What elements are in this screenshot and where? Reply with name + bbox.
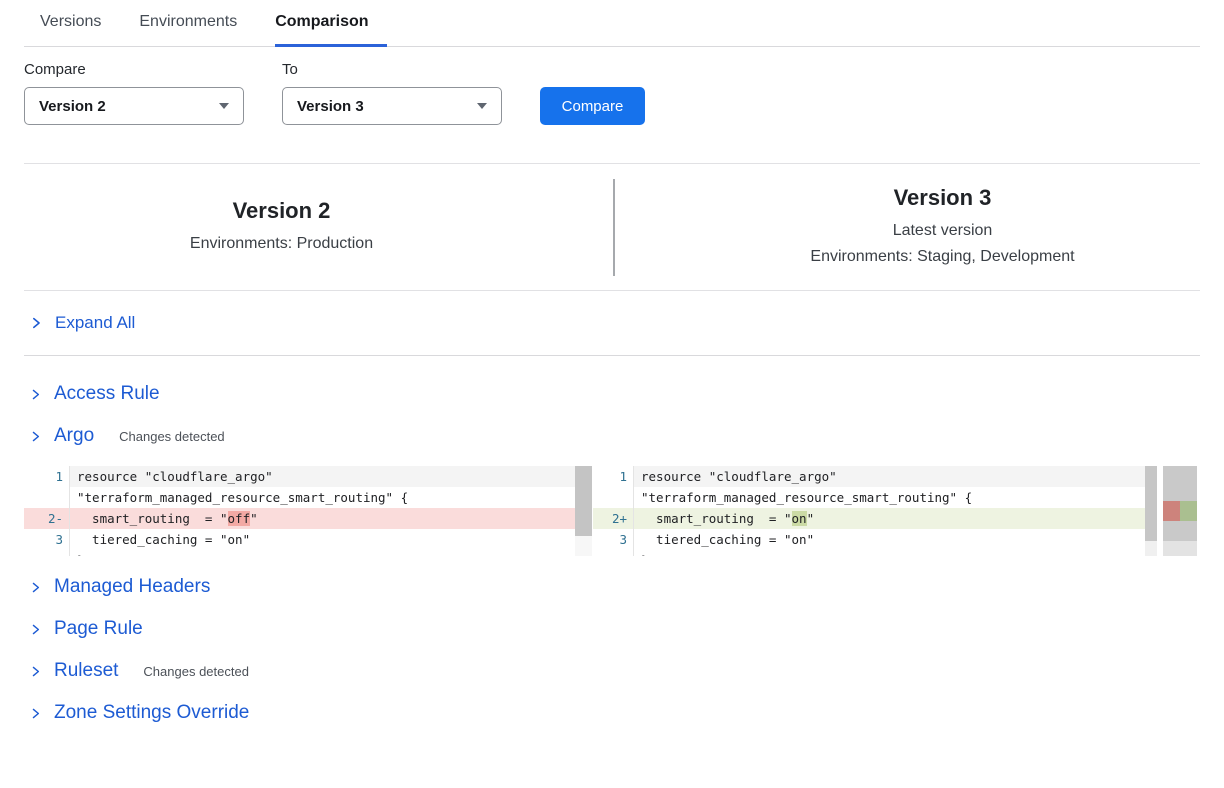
line-number: 1: [24, 466, 69, 487]
line-number: [593, 487, 633, 508]
tab-versions[interactable]: Versions: [40, 13, 101, 47]
section-argo[interactable]: Argo Changes detected: [24, 424, 1200, 448]
diff-overview-ruler[interactable]: [1163, 466, 1197, 556]
chevron-right-icon: [29, 707, 42, 720]
chevron-right-icon: [29, 665, 42, 678]
tab-environments[interactable]: Environments: [139, 13, 237, 47]
section-label: Argo: [54, 425, 94, 447]
old-version-title: Version 2: [24, 198, 539, 224]
line-number: 3: [24, 529, 69, 550]
code-segment: ": [807, 511, 815, 526]
code-text: }: [69, 550, 575, 556]
code-text: smart_routing = "off": [69, 508, 575, 529]
changes-badge: Changes detected: [143, 664, 249, 679]
chevron-right-icon: [29, 388, 42, 401]
removed-mark: [1163, 501, 1180, 521]
scrollbar-thumb[interactable]: [575, 466, 592, 536]
new-version-environments: Environments: Staging, Development: [685, 244, 1200, 270]
diff-line: 1 resource "cloudflare_argo": [24, 466, 575, 487]
expand-all-button[interactable]: Expand All: [24, 291, 1200, 356]
line-number: [593, 550, 633, 556]
diff-line-wrap: "terraform_managed_resource_smart_routin…: [593, 487, 1145, 508]
compare-to-field: To Version 3: [282, 61, 502, 125]
code-text: smart_routing = "on": [633, 508, 1145, 529]
expand-all-label: Expand All: [55, 313, 135, 333]
section-access-rule[interactable]: Access Rule: [24, 382, 1200, 406]
section-label: Zone Settings Override: [54, 702, 249, 724]
tab-comparison[interactable]: Comparison: [275, 13, 386, 47]
scrollbar-thumb[interactable]: [1145, 466, 1157, 541]
section-label: Managed Headers: [54, 576, 210, 598]
chevron-right-icon: [29, 430, 42, 443]
diff-line-added: 2+ smart_routing = "on": [593, 508, 1145, 529]
line-number: 3: [593, 529, 633, 550]
line-number: [24, 487, 69, 508]
new-version-title: Version 3: [685, 185, 1200, 211]
old-version-environments: Environments: Production: [24, 231, 539, 257]
code-text: }: [633, 550, 1145, 556]
code-segment: ": [250, 511, 258, 526]
changes-badge: Changes detected: [119, 429, 225, 444]
old-pane-scrollbar[interactable]: [575, 466, 592, 556]
diff-line-removed: 2- smart_routing = "off": [24, 508, 575, 529]
new-pane-scrollbar[interactable]: [1145, 466, 1157, 556]
compare-to-select[interactable]: Version 3: [282, 87, 502, 125]
section-list: Access Rule Argo Changes detected 1 reso…: [24, 382, 1200, 725]
diff-line-clipped: }: [593, 550, 1145, 556]
line-number: 2+: [593, 508, 633, 529]
diff-line: 3 tiered_caching = "on": [593, 529, 1145, 550]
diff-line-wrap: "terraform_managed_resource_smart_routin…: [24, 487, 575, 508]
compare-from-field: Compare Version 2: [24, 61, 244, 125]
code-text: tiered_caching = "on": [633, 529, 1145, 550]
added-mark: [1180, 501, 1197, 521]
diff-line: 1 resource "cloudflare_argo": [593, 466, 1145, 487]
line-number: [24, 550, 69, 556]
new-version-header: Version 3 Latest version Environments: S…: [615, 185, 1200, 269]
code-segment: smart_routing = ": [641, 511, 792, 526]
diff-line-clipped: }: [24, 550, 575, 556]
code-text: tiered_caching = "on": [69, 529, 575, 550]
section-label: Access Rule: [54, 383, 160, 405]
diff-new-pane: 1 resource "cloudflare_argo" "terraform_…: [593, 466, 1145, 556]
caret-down-icon: [219, 103, 229, 109]
to-label: To: [282, 61, 502, 78]
compare-from-value: Version 2: [39, 98, 106, 115]
diff-line: 3 tiered_caching = "on": [24, 529, 575, 550]
code-text: resource "cloudflare_argo": [69, 466, 575, 487]
caret-down-icon: [477, 103, 487, 109]
code-segment: smart_routing = ": [77, 511, 228, 526]
comparison-header: Version 2 Environments: Production Versi…: [24, 163, 1200, 291]
compare-button[interactable]: Compare: [540, 87, 645, 125]
chevron-right-icon: [29, 316, 43, 330]
compare-to-value: Version 3: [297, 98, 364, 115]
code-text: "terraform_managed_resource_smart_routin…: [633, 487, 1145, 508]
compare-controls: Compare Version 2 To Version 3 Compare: [24, 61, 1200, 125]
section-ruleset[interactable]: Ruleset Changes detected: [24, 659, 1200, 683]
argo-diff-viewer: 1 resource "cloudflare_argo" "terraform_…: [24, 466, 1200, 556]
old-version-header: Version 2 Environments: Production: [24, 198, 613, 257]
section-zone-settings-override[interactable]: Zone Settings Override: [24, 701, 1200, 725]
section-page-rule[interactable]: Page Rule: [24, 617, 1200, 641]
code-text: "terraform_managed_resource_smart_routin…: [69, 487, 575, 508]
line-number: 2-: [24, 508, 69, 529]
line-number: 1: [593, 466, 633, 487]
new-version-latest-label: Latest version: [685, 218, 1200, 244]
tabbar: Versions Environments Comparison: [24, 0, 1200, 47]
added-chars: on: [792, 511, 807, 526]
section-managed-headers[interactable]: Managed Headers: [24, 575, 1200, 599]
code-text: resource "cloudflare_argo": [633, 466, 1145, 487]
compare-from-select[interactable]: Version 2: [24, 87, 244, 125]
section-label: Ruleset: [54, 660, 118, 682]
removed-chars: off: [228, 511, 251, 526]
diff-old-pane: 1 resource "cloudflare_argo" "terraform_…: [24, 466, 575, 556]
section-label: Page Rule: [54, 618, 143, 640]
compare-label: Compare: [24, 61, 244, 78]
chevron-right-icon: [29, 581, 42, 594]
chevron-right-icon: [29, 623, 42, 636]
